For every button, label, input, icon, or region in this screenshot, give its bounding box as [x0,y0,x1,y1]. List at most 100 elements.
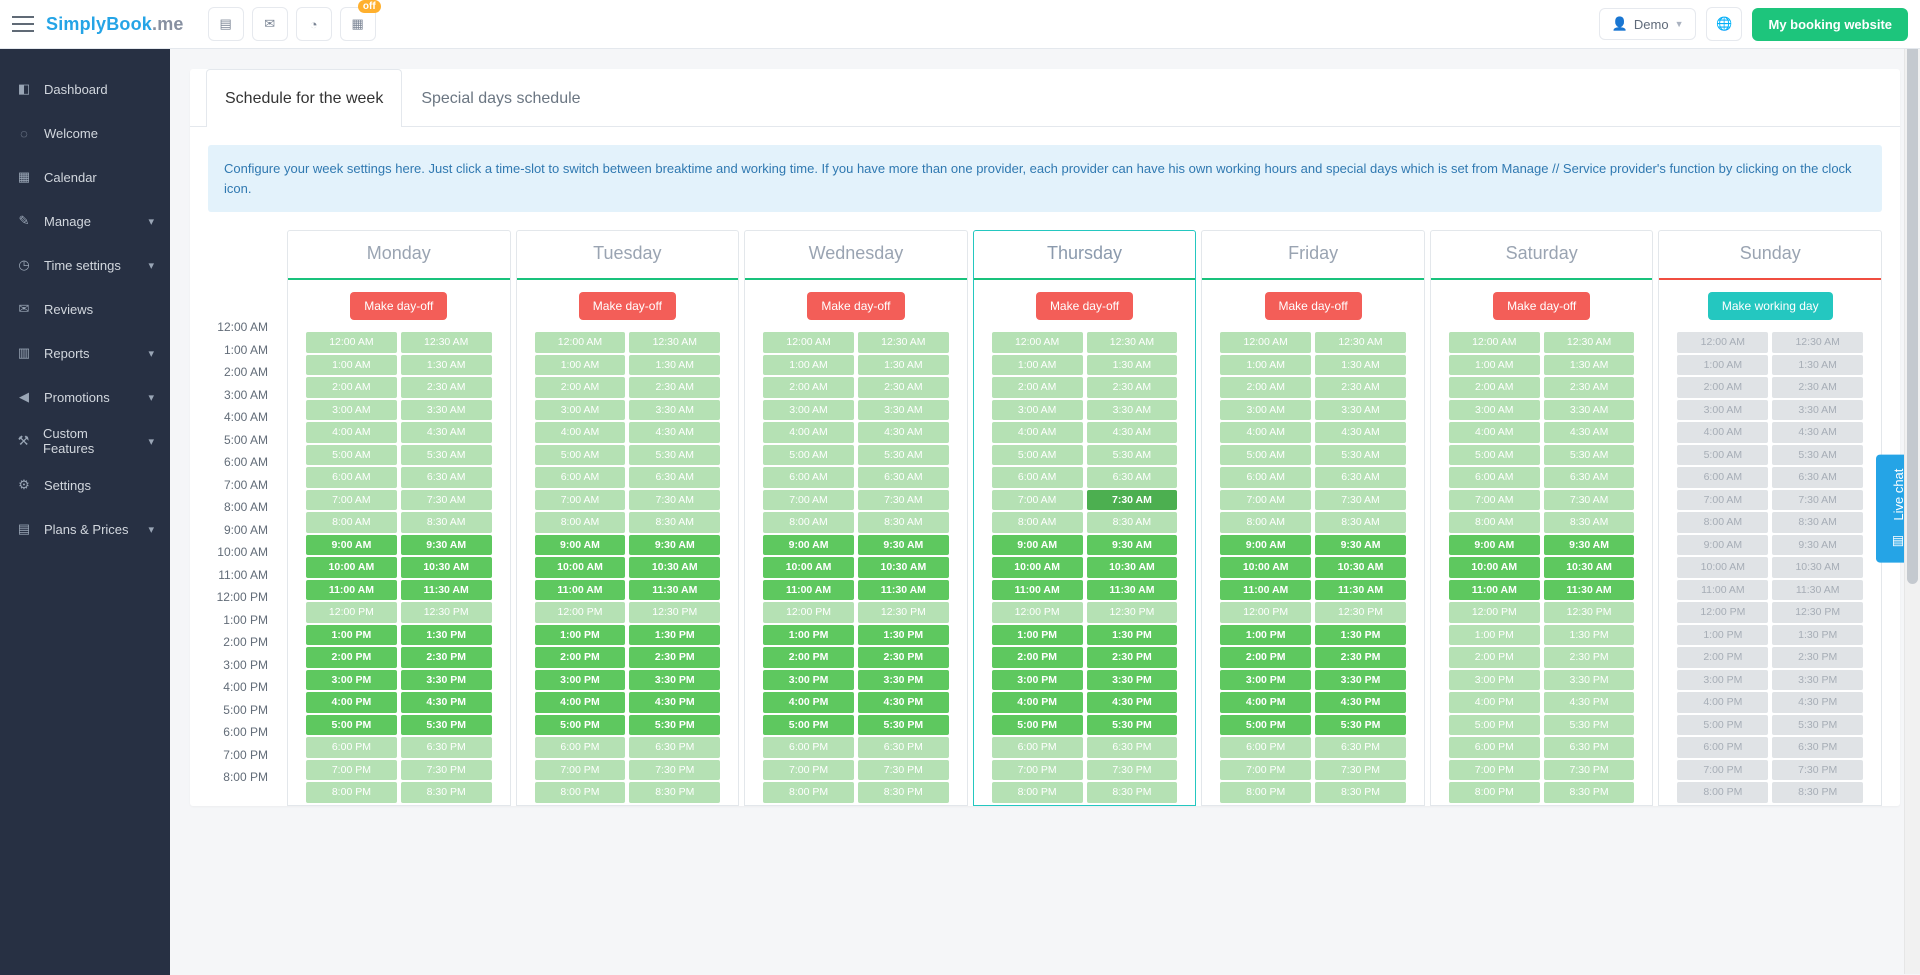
time-slot[interactable]: 6:30 AM [1087,467,1178,488]
time-slot[interactable]: 1:30 PM [1315,625,1406,646]
time-slot[interactable]: 6:00 AM [763,467,854,488]
time-slot[interactable]: 1:00 AM [535,355,626,376]
time-slot[interactable]: 10:30 AM [629,557,720,578]
time-slot[interactable]: 9:30 AM [1315,535,1406,556]
time-slot[interactable]: 8:00 PM [763,782,854,803]
time-slot[interactable]: 2:00 PM [1220,647,1311,668]
time-slot[interactable]: 2:30 PM [629,647,720,668]
time-slot[interactable]: 1:30 AM [1087,355,1178,376]
time-slot[interactable]: 9:00 AM [306,535,397,556]
time-slot[interactable]: 3:00 PM [763,670,854,691]
time-slot[interactable]: 11:00 AM [763,580,854,601]
time-slot[interactable]: 5:00 PM [306,715,397,736]
time-slot[interactable]: 6:30 PM [858,737,949,758]
time-slot[interactable]: 8:00 PM [535,782,626,803]
time-slot[interactable]: 6:00 AM [306,467,397,488]
globe-button[interactable]: 🌐 [1706,7,1742,41]
time-slot[interactable]: 3:30 PM [1544,670,1635,691]
time-slot[interactable]: 8:30 AM [1315,512,1406,533]
make-working-day-button[interactable]: Make working day [1708,292,1833,320]
brand-logo[interactable]: SimplyBook.me [46,14,184,35]
sidebar-item-settings[interactable]: ⚙Settings [0,463,170,507]
time-slot[interactable]: 12:30 PM [858,602,949,623]
time-slot[interactable]: 5:30 PM [401,715,492,736]
time-slot[interactable]: 6:00 PM [535,737,626,758]
time-slot[interactable]: 1:30 PM [1544,625,1635,646]
time-slot[interactable]: 8:30 AM [1087,512,1178,533]
time-slot[interactable]: 5:30 AM [858,445,949,466]
time-slot[interactable]: 8:00 AM [1220,512,1311,533]
notifications-button[interactable]: ◔ [296,7,332,41]
time-slot[interactable]: 7:00 PM [763,760,854,781]
time-slot[interactable]: 3:30 PM [401,670,492,691]
menu-toggle-icon[interactable] [12,16,34,32]
time-slot[interactable]: 11:30 AM [858,580,949,601]
time-slot[interactable]: 7:00 AM [306,490,397,511]
time-slot[interactable]: 12:00 AM [1220,332,1311,353]
time-slot[interactable]: 10:00 AM [1677,557,1768,578]
time-slot[interactable]: 2:30 PM [401,647,492,668]
time-slot[interactable]: 3:30 AM [1544,400,1635,421]
time-slot[interactable]: 5:00 AM [992,445,1083,466]
time-slot[interactable]: 4:30 PM [401,692,492,713]
time-slot[interactable]: 7:30 AM [858,490,949,511]
time-slot[interactable]: 12:00 AM [992,332,1083,353]
time-slot[interactable]: 9:00 AM [1220,535,1311,556]
time-slot[interactable]: 4:00 AM [992,422,1083,443]
time-slot[interactable]: 5:00 PM [535,715,626,736]
time-slot[interactable]: 10:30 AM [1087,557,1178,578]
time-slot[interactable]: 6:00 PM [1677,737,1768,758]
time-slot[interactable]: 2:30 AM [401,377,492,398]
time-slot[interactable]: 6:00 PM [763,737,854,758]
time-slot[interactable]: 9:30 AM [858,535,949,556]
time-slot[interactable]: 6:00 AM [1449,467,1540,488]
make-day-off-button[interactable]: Make day-off [1493,292,1590,320]
time-slot[interactable]: 8:00 AM [306,512,397,533]
sidebar-item-promotions[interactable]: ◀Promotions▾ [0,375,170,419]
time-slot[interactable]: 10:00 AM [1449,557,1540,578]
time-slot[interactable]: 6:30 AM [1315,467,1406,488]
time-slot[interactable]: 6:30 AM [401,467,492,488]
time-slot[interactable]: 1:00 AM [1449,355,1540,376]
time-slot[interactable]: 5:30 PM [858,715,949,736]
my-booking-website-button[interactable]: My booking website [1752,8,1908,41]
time-slot[interactable]: 1:00 AM [1677,355,1768,376]
time-slot[interactable]: 3:00 AM [535,400,626,421]
time-slot[interactable]: 8:00 PM [1677,782,1768,803]
time-slot[interactable]: 7:00 AM [1677,490,1768,511]
sidebar-item-plans-prices[interactable]: ▤Plans & Prices▾ [0,507,170,551]
time-slot[interactable]: 4:30 PM [858,692,949,713]
time-slot[interactable]: 12:30 PM [1087,602,1178,623]
time-slot[interactable]: 3:00 AM [992,400,1083,421]
time-slot[interactable]: 4:00 PM [992,692,1083,713]
time-slot[interactable]: 6:30 PM [1087,737,1178,758]
time-slot[interactable]: 2:30 PM [1087,647,1178,668]
time-slot[interactable]: 11:00 AM [1449,580,1540,601]
time-slot[interactable]: 4:00 PM [535,692,626,713]
time-slot[interactable]: 4:30 PM [1772,692,1863,713]
tab-schedule-for-the-week[interactable]: Schedule for the week [206,69,402,127]
time-slot[interactable]: 1:30 AM [629,355,720,376]
time-slot[interactable]: 2:00 AM [535,377,626,398]
time-slot[interactable]: 5:00 AM [535,445,626,466]
time-slot[interactable]: 8:30 PM [1315,782,1406,803]
time-slot[interactable]: 11:30 AM [1315,580,1406,601]
time-slot[interactable]: 12:30 PM [1315,602,1406,623]
time-slot[interactable]: 1:00 AM [763,355,854,376]
time-slot[interactable]: 12:30 PM [1544,602,1635,623]
time-slot[interactable]: 6:30 PM [1544,737,1635,758]
time-slot[interactable]: 8:30 PM [401,782,492,803]
time-slot[interactable]: 6:30 PM [629,737,720,758]
time-slot[interactable]: 5:00 AM [1449,445,1540,466]
time-slot[interactable]: 3:00 AM [1677,400,1768,421]
time-slot[interactable]: 12:00 PM [1449,602,1540,623]
time-slot[interactable]: 2:00 PM [992,647,1083,668]
sidebar-item-dashboard[interactable]: ◧Dashboard [0,67,170,111]
time-slot[interactable]: 8:30 PM [629,782,720,803]
time-slot[interactable]: 7:30 AM [401,490,492,511]
time-slot[interactable]: 12:30 PM [629,602,720,623]
time-slot[interactable]: 5:30 AM [1544,445,1635,466]
time-slot[interactable]: 12:00 PM [535,602,626,623]
time-slot[interactable]: 3:30 PM [858,670,949,691]
time-slot[interactable]: 5:30 PM [1315,715,1406,736]
